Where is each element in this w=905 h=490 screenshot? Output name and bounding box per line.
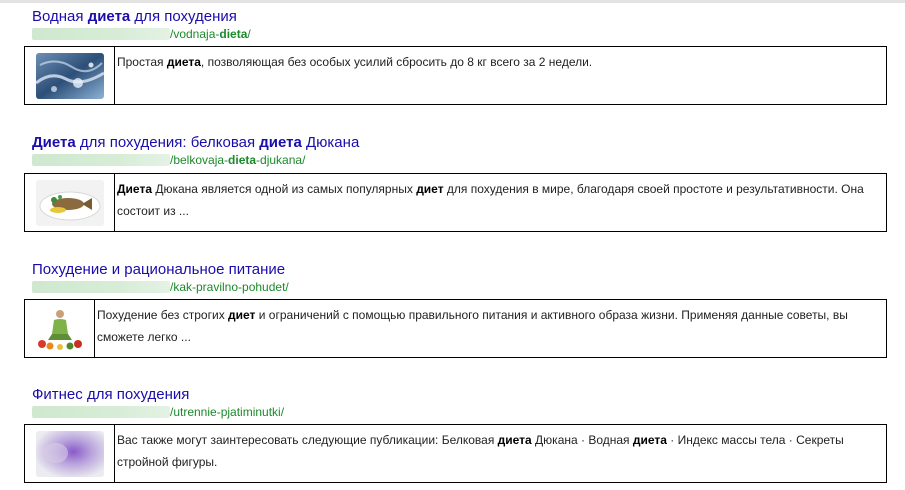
- bold-term: диета: [497, 433, 532, 447]
- bold-term: диета: [632, 433, 667, 447]
- text-run: /vodnaja-: [170, 27, 220, 41]
- result-title-link[interactable]: Диета для похудения: белковая диета Дюка…: [32, 134, 359, 152]
- thumbnail-cell: [25, 47, 115, 104]
- text-run: -djukana/: [256, 153, 306, 167]
- bold-term: диета: [87, 8, 131, 25]
- bold-term: Диета: [32, 134, 76, 151]
- bold-term: диет: [416, 182, 444, 196]
- top-border: [0, 0, 905, 3]
- thumbnail-cell: [25, 425, 115, 482]
- result-snippet-card: Диета Дюкана является одной из самых поп…: [24, 173, 887, 232]
- bold-term: диет: [228, 308, 256, 322]
- blurred-domain: [32, 406, 170, 418]
- blurred-domain: [32, 28, 170, 40]
- thumbnail-cell: [25, 174, 115, 231]
- bold-term: Диета: [117, 182, 152, 196]
- bold-term: dieta: [219, 27, 248, 41]
- text-run: /utrennie-pjatiminutki/: [170, 405, 285, 419]
- blurred-fitness-icon[interactable]: [35, 430, 104, 477]
- result-snippet: Похудение без строгих диет и ограничений…: [95, 300, 886, 357]
- text-run: /: [247, 27, 251, 41]
- result-url[interactable]: /vodnaja-dieta/: [32, 27, 251, 41]
- text-run: /belkovaja-: [170, 153, 229, 167]
- result-title-link[interactable]: Водная диета для похудения: [32, 8, 237, 26]
- result-url-path: /kak-pravilno-pohudet/: [170, 280, 289, 294]
- result-snippet: Простая диета, позволяющая без особых ус…: [115, 47, 886, 104]
- text-run: Дюкана · Водная: [531, 433, 633, 447]
- bold-term: диета: [259, 134, 302, 151]
- woman-vegetables-icon[interactable]: [33, 305, 86, 352]
- text-run: Дюкана является одной из самых популярны…: [152, 182, 417, 196]
- result-snippet-card: Вас также могут заинтересовать следующие…: [24, 424, 887, 483]
- result-title-link[interactable]: Фитнес для похудения: [32, 386, 189, 404]
- result-url-path: /utrennie-pjatiminutki/: [170, 405, 284, 419]
- fish-plate-icon[interactable]: [35, 179, 104, 226]
- result-title-link[interactable]: Похудение и рациональное питание: [32, 261, 285, 279]
- bold-term: диета: [166, 55, 201, 69]
- text-run: , позволяющая без особых усилий сбросить…: [200, 55, 593, 69]
- blurred-domain: [32, 281, 170, 293]
- result-url[interactable]: /utrennie-pjatiminutki/: [32, 405, 284, 419]
- water-splash-icon[interactable]: [35, 52, 104, 99]
- result-url[interactable]: /kak-pravilno-pohudet/: [32, 280, 289, 294]
- text-run: Вас также могут заинтересовать следующие…: [117, 433, 498, 447]
- result-url[interactable]: /belkovaja-dieta-djukana/: [32, 153, 305, 167]
- result-snippet: Вас также могут заинтересовать следующие…: [115, 425, 886, 482]
- text-run: Фитнес для похудения: [32, 386, 190, 403]
- text-run: Похудение без строгих: [97, 308, 229, 322]
- result-url-path: /vodnaja-dieta/: [170, 27, 251, 41]
- bold-term: dieta: [228, 153, 257, 167]
- text-run: /kak-pravilno-pohudet/: [170, 280, 289, 294]
- text-run: для похудения: белковая: [75, 134, 260, 151]
- result-snippet-card: Похудение без строгих диет и ограничений…: [24, 299, 887, 358]
- blurred-domain: [32, 154, 170, 166]
- text-run: для похудения: [130, 8, 237, 25]
- text-run: Водная: [32, 8, 88, 25]
- result-url-path: /belkovaja-dieta-djukana/: [170, 153, 305, 167]
- text-run: Похудение и рациональное питание: [32, 261, 286, 278]
- text-run: Простая: [117, 55, 167, 69]
- result-snippet: Диета Дюкана является одной из самых поп…: [115, 174, 886, 231]
- thumbnail-cell: [25, 300, 95, 357]
- result-snippet-card: Простая диета, позволяющая без особых ус…: [24, 46, 887, 105]
- text-run: Дюкана: [301, 134, 360, 151]
